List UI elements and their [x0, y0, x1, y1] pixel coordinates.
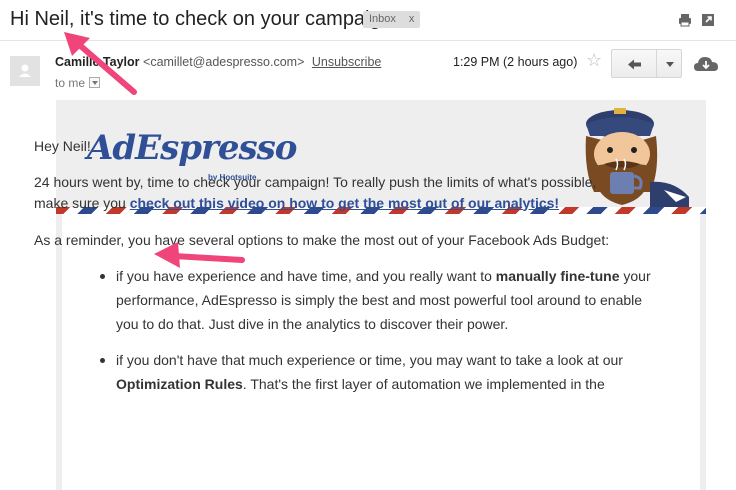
bullet-2-text: if you don't have that much experience o…	[116, 352, 623, 368]
bullet-1-text: if you have experience and have time, an…	[116, 268, 496, 284]
details-dropdown-icon[interactable]	[89, 77, 101, 88]
avatar-icon	[10, 56, 40, 86]
list-item: if you don't have that much experience o…	[100, 348, 656, 396]
email-subject: Hi Neil, it's time to check on your camp…	[10, 8, 398, 30]
remove-label-button[interactable]: x	[409, 13, 415, 25]
inbox-label-chip[interactable]: Inbox x	[363, 11, 421, 28]
bullet-2-bold: Optimization Rules	[116, 376, 243, 392]
analytics-video-link[interactable]: check out this video on how to get the m…	[130, 195, 559, 211]
more-dropdown-icon[interactable]	[656, 49, 682, 78]
bullet-1-bold: manually fine-tune	[495, 268, 620, 284]
print-icon[interactable]	[678, 13, 692, 27]
to-me-label: to me	[55, 76, 86, 90]
header-divider	[0, 40, 736, 41]
list-item: if you have experience and have time, an…	[100, 264, 656, 336]
star-icon[interactable]: ☆	[586, 50, 602, 71]
email-paragraph-2: As a reminder, you have several options …	[34, 232, 610, 248]
email-greeting: Hey Neil!	[34, 138, 91, 154]
subject-bar: Hi Neil, it's time to check on your camp…	[0, 0, 736, 40]
reply-button[interactable]	[611, 49, 657, 78]
unsubscribe-link[interactable]: Unsubscribe	[312, 55, 381, 69]
cloud-download-icon[interactable]	[692, 51, 720, 79]
email-paragraph-1: 24 hours went by, time to check your cam…	[34, 172, 614, 213]
new-window-icon[interactable]	[701, 13, 715, 27]
reply-icon	[628, 59, 641, 70]
options-list: if you have experience and have time, an…	[100, 264, 656, 408]
sender-line: Camille Taylor <camillet@adespresso.com>…	[55, 55, 381, 69]
sender-email: <camillet@adespresso.com>	[143, 55, 305, 69]
bullet-2-text-end: . That's the first layer of automation w…	[242, 376, 605, 392]
sender-name[interactable]: Camille Taylor	[55, 55, 140, 69]
label-chip-text: Inbox	[369, 13, 396, 25]
timestamp: 1:29 PM (2 hours ago)	[453, 55, 578, 69]
recipient-line: to me	[55, 76, 101, 90]
